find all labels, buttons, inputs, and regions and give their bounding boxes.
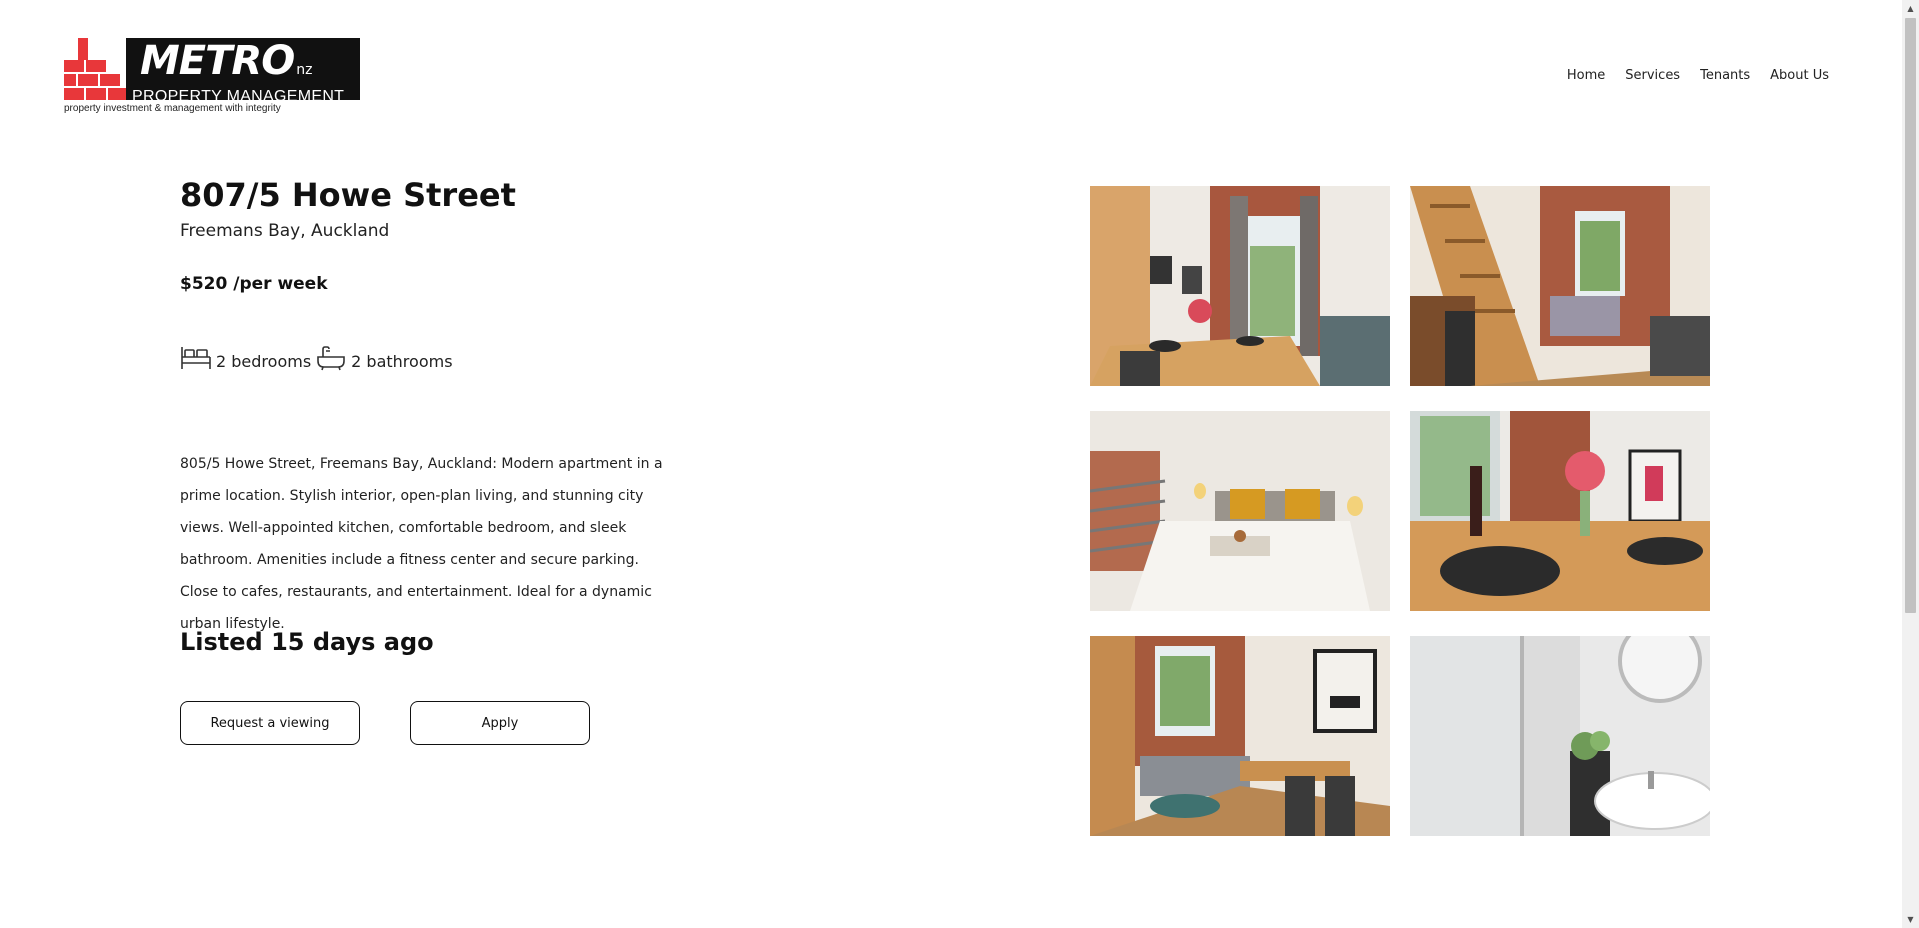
- main-nav: Home Services Tenants About Us: [1567, 68, 1829, 83]
- gallery-photo[interactable]: [1410, 186, 1710, 386]
- page-scrollbar[interactable]: ▲ ▼: [1902, 0, 1919, 928]
- bathrooms-label: 2 bathrooms: [351, 352, 453, 371]
- bedrooms-feature: 2 bedrooms: [180, 345, 311, 371]
- metro-logo[interactable]: METRO nz PROPERTY MANAGEMENT property inv…: [64, 38, 364, 116]
- gallery-photo[interactable]: [1410, 411, 1710, 611]
- request-viewing-button[interactable]: Request a viewing: [180, 701, 360, 745]
- bathrooms-feature: 2 bathrooms: [315, 345, 453, 371]
- scroll-down-arrow-icon[interactable]: ▼: [1902, 911, 1919, 928]
- listed-date: Listed 15 days ago: [180, 628, 434, 656]
- logo-nz: nz: [296, 62, 313, 78]
- gallery-photo[interactable]: [1410, 636, 1710, 836]
- scroll-up-arrow-icon[interactable]: ▲: [1902, 0, 1919, 17]
- bathtub-icon: [317, 346, 345, 371]
- logo-bricks-graphic: [64, 38, 126, 100]
- listing-address: 807/5 Howe Street: [180, 176, 516, 214]
- scrollbar-thumb[interactable]: [1905, 18, 1916, 613]
- nav-services[interactable]: Services: [1625, 68, 1680, 83]
- gallery-photo[interactable]: [1090, 411, 1390, 611]
- bedrooms-label: 2 bedrooms: [216, 352, 312, 371]
- listing-description: 805/5 Howe Street, Freemans Bay, Aucklan…: [180, 456, 663, 632]
- bed-icon: [181, 347, 211, 369]
- photo-gallery: [1090, 186, 1710, 836]
- apply-button[interactable]: Apply: [410, 701, 590, 745]
- listing-suburb: Freemans Bay, Auckland: [180, 221, 390, 241]
- nav-tenants[interactable]: Tenants: [1700, 68, 1750, 83]
- nav-home[interactable]: Home: [1567, 68, 1605, 83]
- logo-word: METRO: [140, 38, 295, 84]
- listing-features: 2 bedrooms 2 bathrooms: [180, 345, 457, 371]
- listing-price: $520 /per week: [180, 274, 328, 294]
- logo-wordmark: METRO nz PROPERTY MANAGEMENT: [126, 38, 360, 105]
- nav-about-us[interactable]: About Us: [1770, 68, 1829, 83]
- logo-tagline: property investment & management with in…: [64, 103, 281, 114]
- gallery-photo[interactable]: [1090, 636, 1390, 836]
- gallery-photo[interactable]: [1090, 186, 1390, 386]
